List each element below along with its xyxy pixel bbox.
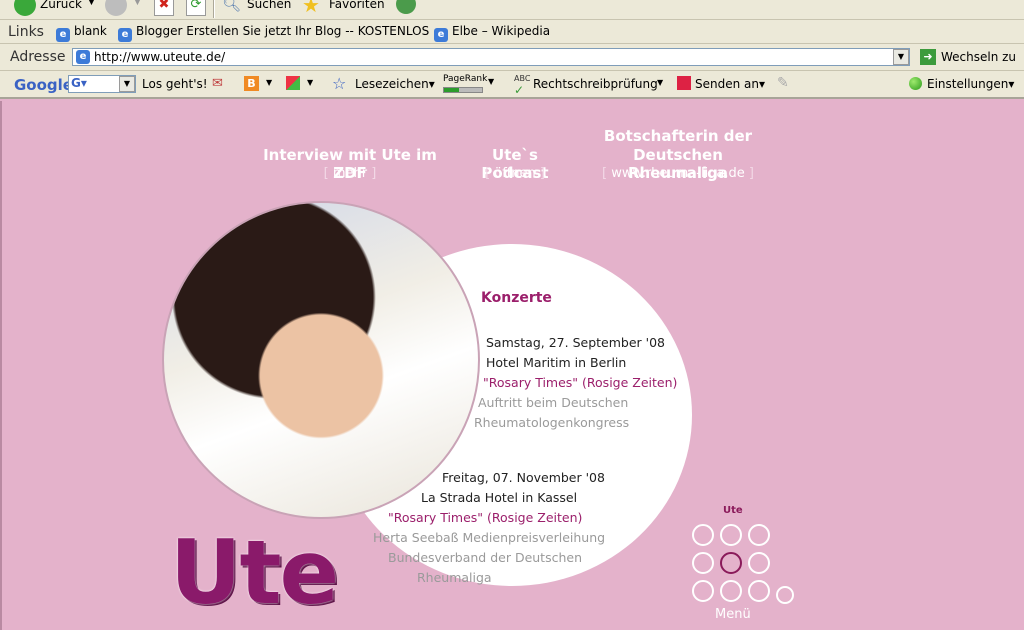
address-input[interactable]: e http://www.uteute.de/ ▼: [72, 48, 910, 66]
nav-link-mehr-label: mehr: [332, 166, 368, 181]
settings-status-icon[interactable]: [909, 77, 922, 90]
bookmarks-button[interactable]: Lesezeichen▾: [355, 77, 435, 91]
link-blank-label: blank: [74, 24, 107, 38]
nav-link-mehr[interactable]: [ mehr ]: [252, 166, 448, 181]
address-bar: Adresse e http://www.uteute.de/ ▼ ➜ Wech…: [0, 44, 1024, 71]
event-2-program: "Rosary Times" (Rosige Zeiten): [388, 510, 583, 525]
menu-circle[interactable]: [748, 524, 770, 546]
go-button[interactable]: Wechseln zu: [941, 50, 1016, 64]
standard-toolbar: Zurück ▼ ▼ ✖ ⟳ 🔍︎ Suchen ★ Favoriten: [0, 0, 1024, 20]
concerts-heading: Konzerte: [481, 290, 552, 306]
nav-link-rheuma-liga[interactable]: [ www.rheuma-liga.de ]: [587, 166, 769, 181]
bookmarks-label: Lesezeichen: [355, 77, 429, 91]
ie-page-icon: e: [434, 28, 448, 42]
send-button[interactable]: Senden an▾: [695, 77, 765, 91]
menu-bottom-label[interactable]: Menü: [715, 607, 751, 622]
bookmarks-star-icon[interactable]: ☆: [332, 74, 346, 93]
web-page: Interview mit Ute im ZDF [ mehr ] Ute`s …: [0, 101, 1024, 630]
nav-title-rheumaliga-1: Botschafterin der: [603, 127, 753, 145]
back-arrow-icon[interactable]: [14, 0, 36, 16]
pagerank-dropdown-icon[interactable]: ▼: [488, 77, 494, 86]
refresh-icon[interactable]: ⟳: [186, 0, 206, 16]
google-search-input[interactable]: G▾ ▼: [68, 75, 136, 93]
pagerank-indicator[interactable]: PageRank ▼: [443, 74, 495, 94]
popup-dropdown-icon[interactable]: ▼: [307, 78, 313, 87]
event-1-note-1: Auftritt beim Deutschen: [478, 395, 629, 410]
blogger-dropdown-icon[interactable]: ▼: [266, 78, 272, 87]
back-dropdown-icon[interactable]: ▼: [88, 0, 95, 7]
menu-circle[interactable]: [748, 552, 770, 574]
links-bar: Links e blank e Blogger Erstellen Sie jetz…: [0, 20, 1024, 44]
search-button[interactable]: Suchen: [247, 0, 291, 11]
menu-circle[interactable]: [692, 580, 714, 602]
menu-circle[interactable]: [692, 552, 714, 574]
forward-arrow-icon[interactable]: [105, 0, 127, 16]
ie-page-icon: e: [56, 28, 70, 42]
search-icon[interactable]: 🔍︎: [222, 0, 241, 13]
event-2-note-2: Bundesverband der Deutschen: [388, 550, 583, 565]
spellcheck-icon[interactable]: ABC ✓: [514, 74, 530, 97]
google-toolbar: Google G▾ ▼ Los geht's! ✉ B ▼ ▼ ☆ Leseze…: [0, 71, 1024, 99]
links-label: Links: [8, 24, 44, 40]
event-1-date: Samstag, 27. September '08: [486, 335, 665, 350]
nav-link-rheuma-liga-label: www.rheuma-liga.de: [611, 166, 745, 181]
menu-circle[interactable]: [692, 524, 714, 546]
menu-circle[interactable]: [776, 586, 794, 604]
event-2-note-1: Herta Seebaß Medienpreisverleihung: [373, 530, 606, 545]
link-blank[interactable]: e blank: [56, 24, 107, 42]
send-label: Senden an: [695, 77, 759, 91]
google-go-button[interactable]: Los geht's!: [142, 77, 208, 91]
menu-circle-active[interactable]: [720, 552, 742, 574]
favorites-button[interactable]: Favoriten: [329, 0, 385, 11]
event-2-date: Freitag, 07. November '08: [442, 470, 605, 485]
blogger-icon[interactable]: B: [244, 76, 259, 91]
media-icon[interactable]: [396, 0, 416, 14]
spellcheck-dropdown-icon[interactable]: ▼: [657, 78, 663, 87]
google-logo: Google: [14, 76, 73, 94]
google-g-icon: G▾: [71, 76, 87, 90]
event-1-program: "Rosary Times" (Rosige Zeiten): [483, 375, 678, 390]
event-1-note-2: Rheumatologenkongress: [474, 415, 630, 430]
address-url: http://www.uteute.de/: [94, 50, 226, 64]
send-icon[interactable]: [677, 76, 691, 90]
link-elbe-label: Elbe – Wikipedia: [452, 24, 551, 38]
menu-top-label: Ute: [723, 505, 743, 516]
favorites-star-icon[interactable]: ★: [302, 0, 320, 17]
menu-circle[interactable]: [720, 524, 742, 546]
popup-blocker-icon[interactable]: [286, 76, 300, 90]
spellcheck-button[interactable]: Rechtschreibprüfung: [533, 77, 658, 91]
settings-label: Einstellungen: [927, 77, 1009, 91]
menu-circle[interactable]: [720, 580, 742, 602]
forward-dropdown-icon[interactable]: ▼: [134, 0, 141, 7]
google-search-dropdown-icon[interactable]: ▼: [119, 76, 135, 92]
pagerank-bar: [443, 87, 483, 93]
highlight-icon[interactable]: ✎: [777, 75, 789, 91]
back-button[interactable]: Zurück: [40, 0, 82, 11]
nav-link-oeffnen-label: öffnen: [494, 166, 536, 181]
address-label: Adresse: [10, 49, 66, 65]
link-blogger[interactable]: e Blogger Erstellen Sie jetzt Ihr Blog --…: [118, 24, 429, 42]
go-arrow-icon[interactable]: ➜: [920, 49, 936, 65]
pagerank-label: PageRank: [443, 74, 488, 84]
event-2-note-3: Rheumaliga: [417, 570, 492, 585]
event-2-venue: La Strada Hotel in Kassel: [421, 490, 578, 505]
ute-logo: Ute: [170, 521, 339, 624]
stop-icon[interactable]: ✖: [154, 0, 174, 16]
news-icon[interactable]: ✉: [212, 76, 223, 91]
artist-photo: [162, 201, 480, 519]
settings-button[interactable]: Einstellungen▾: [927, 77, 1014, 91]
event-1-venue: Hotel Maritim in Berlin: [486, 355, 627, 370]
ie-page-icon: e: [76, 50, 90, 64]
link-blogger-label: Blogger Erstellen Sie jetzt Ihr Blog -- …: [136, 24, 430, 38]
link-elbe[interactable]: e Elbe – Wikipedia: [434, 24, 550, 42]
menu-circle[interactable]: [748, 580, 770, 602]
address-dropdown-icon[interactable]: ▼: [893, 49, 909, 65]
ie-page-icon: e: [118, 28, 132, 42]
nav-link-oeffnen[interactable]: [ öffnen ]: [457, 166, 573, 181]
